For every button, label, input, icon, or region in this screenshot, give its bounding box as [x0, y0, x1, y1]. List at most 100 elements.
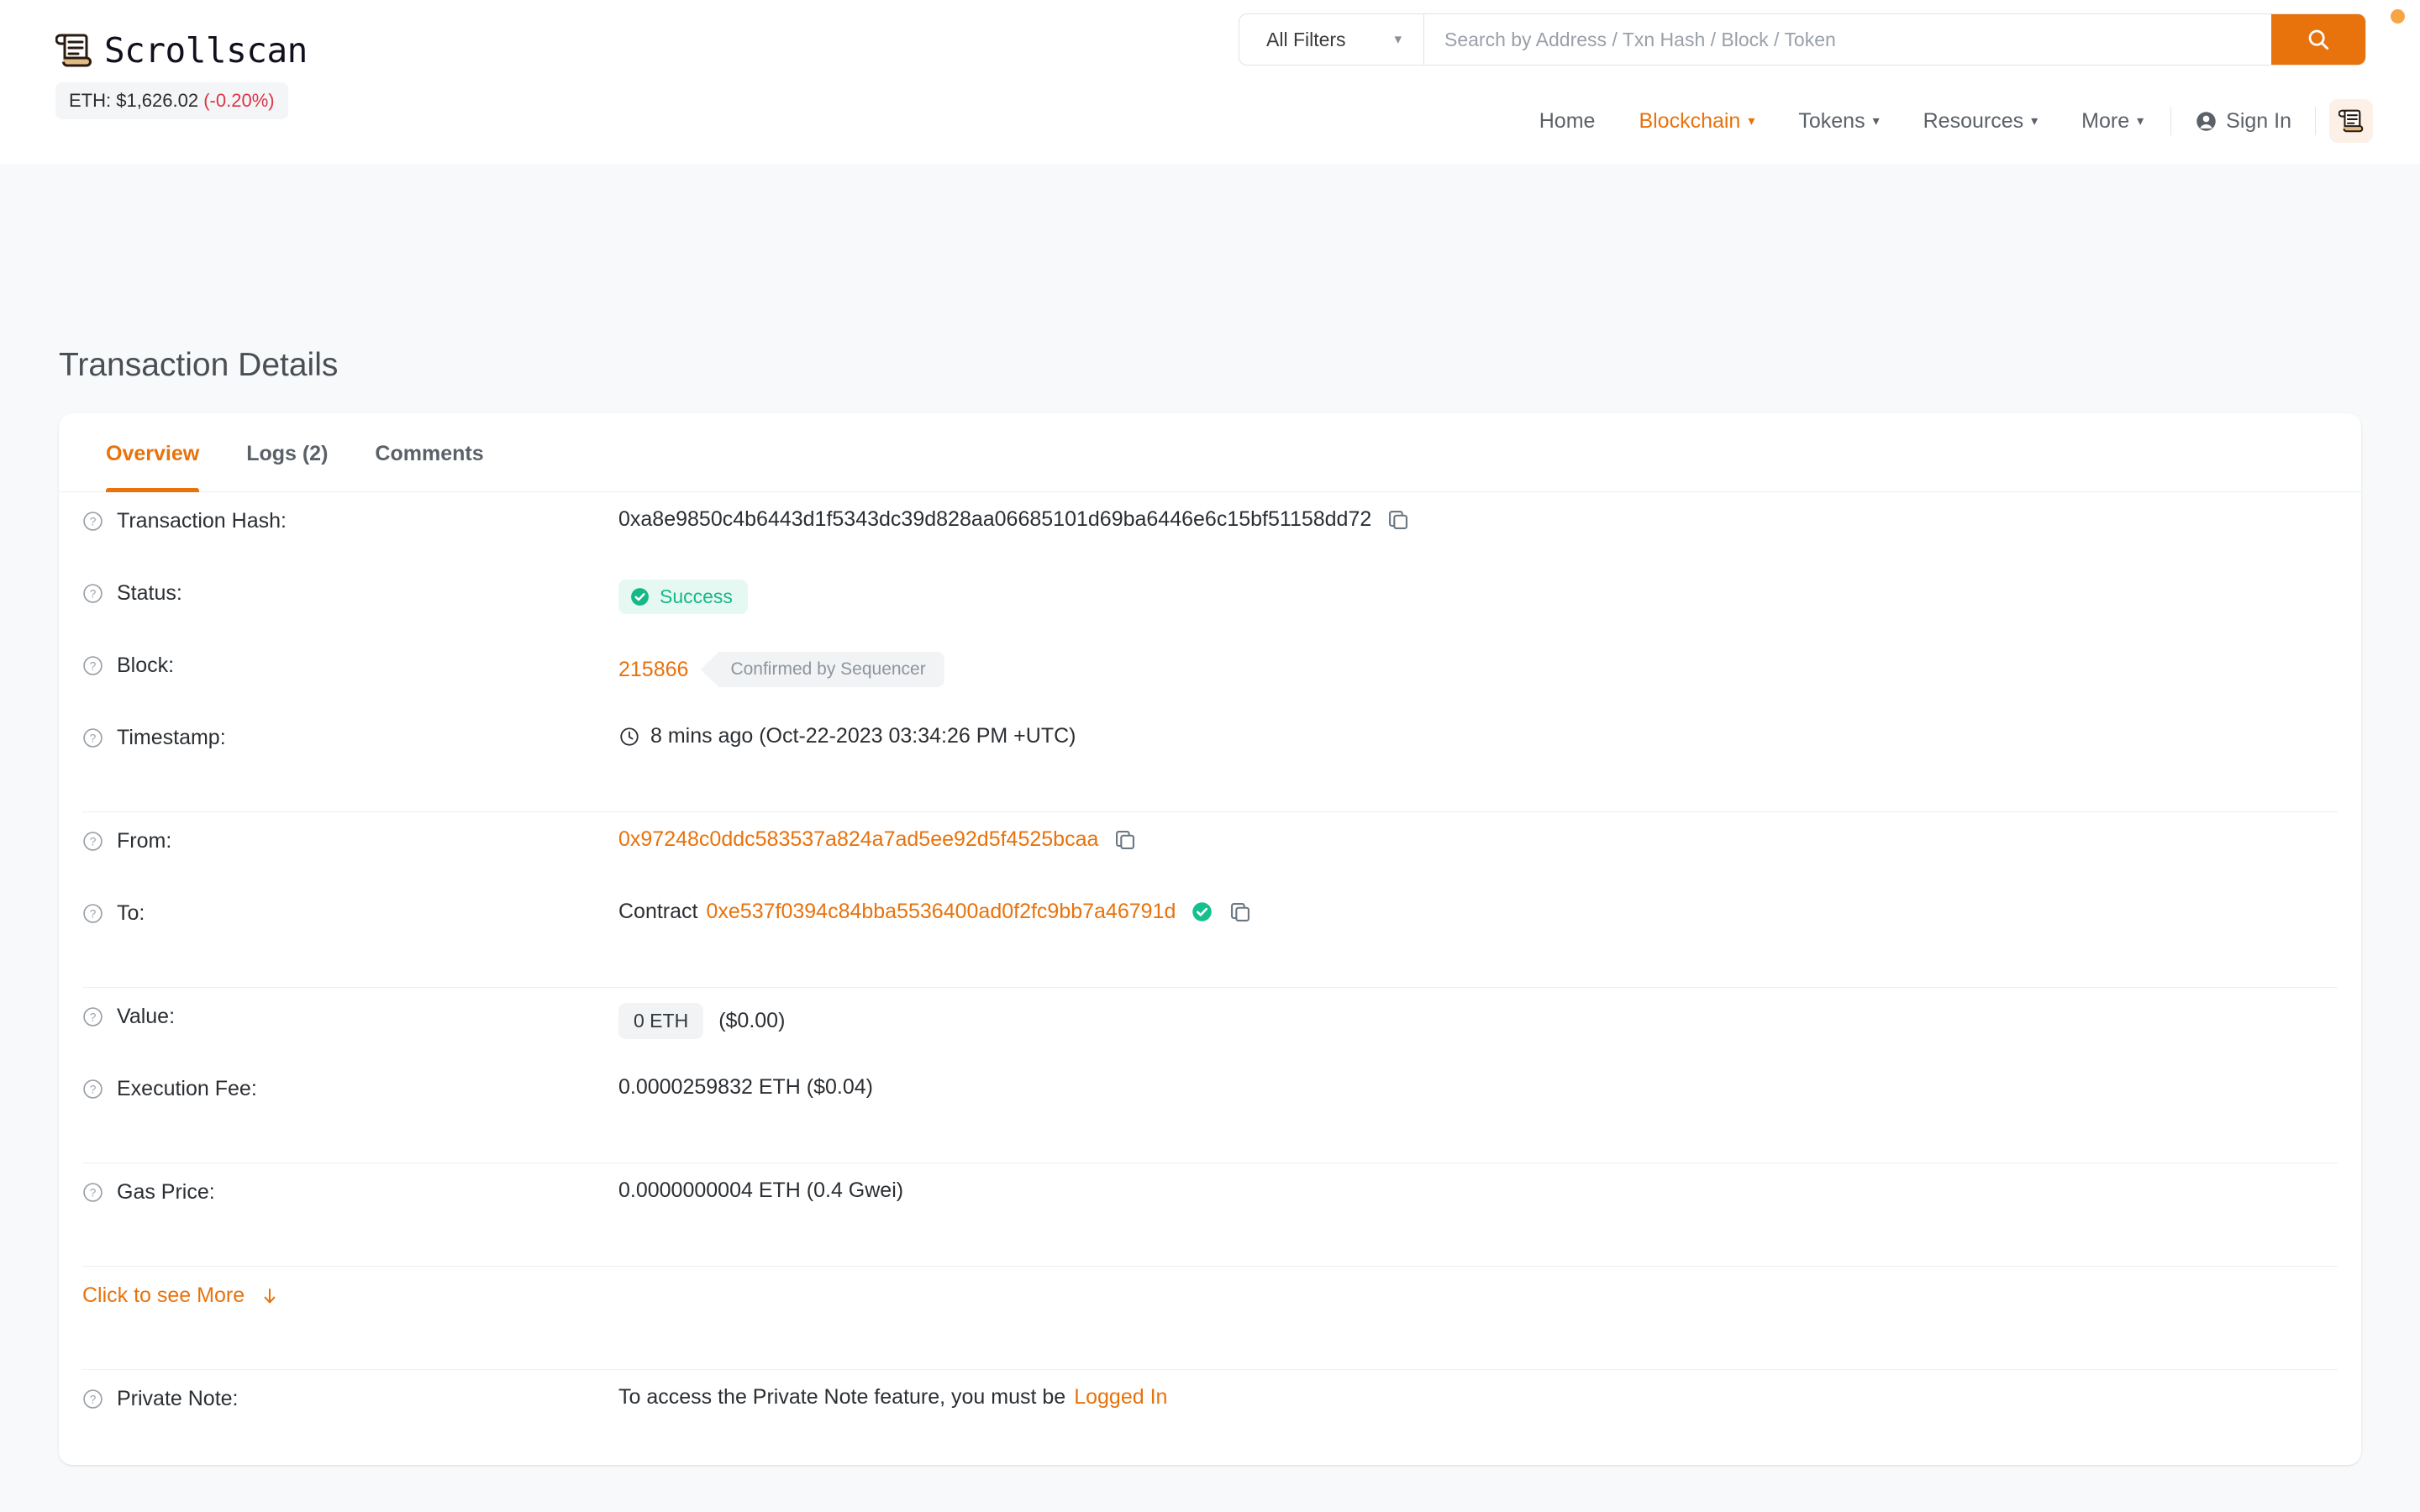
row-value-status: Success [618, 580, 2338, 614]
svg-text:?: ? [90, 1187, 97, 1200]
click-to-see-more-button[interactable]: Click to see More [82, 1282, 280, 1308]
row-spacer [59, 1354, 2361, 1369]
nav-item-home[interactable]: Home [1518, 109, 1618, 134]
scroll-icon [2338, 109, 2364, 133]
status-badge-label: Success [660, 585, 733, 607]
svg-text:?: ? [90, 588, 97, 601]
scroll-logo-button[interactable] [2329, 99, 2373, 143]
search-input[interactable] [1424, 14, 2271, 65]
click-to-see-more-label: Click to see More [82, 1284, 245, 1307]
check-circle-icon [631, 588, 649, 606]
row-value: ? Value: 0 ETH ($0.00) [59, 1003, 2361, 1075]
verified-check-icon [1192, 902, 1213, 921]
row-label-execution-fee: ? Execution Fee: [82, 1075, 618, 1101]
help-icon[interactable]: ? [82, 583, 103, 604]
tab-logs-label: Logs (2) [246, 442, 329, 465]
timestamp-value: 8 mins ago (Oct-22-2023 03:34:26 PM +UTC… [650, 724, 1076, 748]
tab-logs[interactable]: Logs (2) [223, 413, 351, 491]
search-bar: All Filters ▾ [1239, 13, 2366, 66]
row-spacer [59, 1147, 2361, 1163]
row-to: ? To: Contract 0xe537f0394c84bba5536400a… [59, 900, 2361, 972]
svg-text:?: ? [90, 836, 97, 848]
click-to-see-more-wrap[interactable]: Click to see More [82, 1284, 280, 1308]
help-icon[interactable]: ? [82, 511, 103, 532]
row-label-block: ? Block: [82, 652, 618, 678]
nav-item-tokens[interactable]: Tokens ▾ [1776, 109, 1901, 134]
row-label-status: ? Status: [82, 580, 618, 606]
row-value-block: 215866 Confirmed by Sequencer [618, 652, 2338, 687]
nav-item-more-label: More [2081, 108, 2130, 133]
svg-text:?: ? [90, 1084, 97, 1096]
detail-rows: ? Transaction Hash: 0xa8e9850c4b6443d1f5… [59, 492, 2361, 1457]
row-spacer [59, 972, 2361, 987]
row-spacer [59, 1163, 2361, 1179]
label-text: Execution Fee: [117, 1077, 257, 1100]
all-filters-dropdown[interactable]: All Filters ▾ [1239, 14, 1424, 65]
svg-text:?: ? [90, 908, 97, 921]
svg-text:?: ? [90, 1394, 97, 1406]
label-text: Value: [117, 1005, 176, 1028]
sign-in-button[interactable]: Sign In [2176, 109, 2310, 134]
help-icon[interactable]: ? [82, 1079, 103, 1100]
help-icon[interactable]: ? [82, 831, 103, 852]
from-address-link[interactable]: 0x97248c0ddc583537a824a7ad5ee92d5f4525bc… [618, 827, 1098, 852]
main-navigation: Home Blockchain ▾ Tokens ▾ Resources ▾ M… [1518, 99, 2373, 143]
tab-overview-label: Overview [106, 442, 200, 465]
copy-icon[interactable] [1228, 900, 1252, 924]
nav-item-resources[interactable]: Resources ▾ [1902, 109, 2060, 134]
tab-overview[interactable]: Overview [82, 413, 223, 492]
copy-icon[interactable] [1113, 828, 1137, 852]
help-icon[interactable]: ? [82, 655, 103, 676]
to-address-link[interactable]: 0xe537f0394c84bba5536400ad0f2fc9bb7a4679… [706, 900, 1176, 924]
eth-price-ticker[interactable]: ETH: $1,626.02 (-0.20%) [55, 82, 288, 119]
tab-bar: Overview Logs (2) Comments [59, 413, 2361, 492]
row-timestamp: ? Timestamp: 8 mins ago (Oct-22-2023 03:… [59, 724, 2361, 796]
arrow-down-icon [264, 1288, 276, 1303]
label-text: From: [117, 829, 172, 853]
brand-link[interactable]: Scrollscan [55, 30, 308, 71]
user-circle-icon [2196, 111, 2216, 131]
tab-comments[interactable]: Comments [351, 413, 507, 491]
notification-dot-icon[interactable] [2391, 9, 2405, 24]
row-click-to-see-more: Click to see More [59, 1282, 2361, 1354]
nav-item-resources-label: Resources [1923, 108, 2024, 133]
chevron-down-icon: ▾ [1748, 114, 1755, 129]
row-gas-price: ? Gas Price: 0.0000000004 ETH (0.4 Gwei) [59, 1179, 2361, 1251]
copy-icon[interactable] [1386, 508, 1410, 532]
brand-block: Scrollscan ETH: $1,626.02 (-0.20%) [55, 30, 308, 119]
svg-text:?: ? [90, 660, 97, 673]
row-value-transaction-hash: 0xa8e9850c4b6443d1f5343dc39d828aa0668510… [618, 507, 2338, 532]
label-text: Timestamp: [117, 726, 226, 749]
label-text: Status: [117, 581, 182, 605]
help-icon[interactable]: ? [82, 1389, 103, 1410]
site-header: Scrollscan ETH: $1,626.02 (-0.20%) All F… [0, 0, 2420, 164]
chevron-down-icon: ▾ [1872, 114, 1880, 129]
all-filters-label: All Filters [1266, 28, 1346, 50]
block-wrap: 215866 Confirmed by Sequencer [618, 652, 944, 687]
sign-in-label: Sign In [2226, 108, 2291, 133]
help-icon[interactable]: ? [82, 1006, 103, 1027]
row-value-to: Contract 0xe537f0394c84bba5536400ad0f2fc… [618, 900, 2338, 924]
help-icon[interactable]: ? [82, 727, 103, 748]
block-number-link[interactable]: 215866 [618, 658, 688, 682]
transaction-details-card: Overview Logs (2) Comments ? Transaction… [59, 413, 2361, 1465]
row-label-gas-price: ? Gas Price: [82, 1179, 618, 1205]
execution-fee-value: 0.0000259832 ETH ($0.04) [618, 1075, 873, 1099]
label-text: To: [117, 901, 145, 925]
logged-in-link[interactable]: Logged In [1074, 1385, 1167, 1410]
row-value-timestamp: 8 mins ago (Oct-22-2023 03:34:26 PM +UTC… [618, 724, 2338, 748]
value-fiat: ($0.00) [718, 1009, 786, 1032]
help-icon[interactable]: ? [82, 1182, 103, 1203]
row-value-from: 0x97248c0ddc583537a824a7ad5ee92d5f4525bc… [618, 827, 2338, 852]
search-button[interactable] [2271, 14, 2365, 65]
row-from: ? From: 0x97248c0ddc583537a824a7ad5ee92d… [59, 827, 2361, 900]
label-text: Transaction Hash: [117, 509, 287, 533]
gas-price-value: 0.0000000004 ETH (0.4 Gwei) [618, 1179, 904, 1202]
chevron-down-icon: ▾ [2031, 114, 2039, 129]
help-icon[interactable]: ? [82, 903, 103, 924]
nav-divider [2170, 107, 2172, 135]
nav-item-blockchain[interactable]: Blockchain ▾ [1617, 109, 1776, 134]
row-label-private-note: ? Private Note: [82, 1385, 618, 1411]
nav-item-more[interactable]: More ▾ [2060, 109, 2165, 134]
chevron-down-icon: ▾ [1394, 31, 1402, 47]
